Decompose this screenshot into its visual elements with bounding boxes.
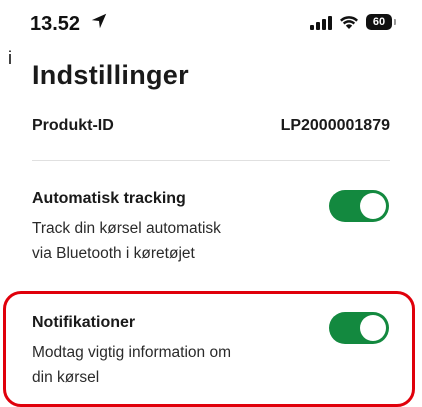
- status-bar: 13.52 60: [0, 0, 422, 50]
- wifi-icon: [340, 16, 358, 29]
- automatic-tracking-toggle[interactable]: [329, 190, 389, 222]
- setting-description-line: via Bluetooth i køretøjet: [32, 245, 195, 262]
- setting-title: Automatisk tracking: [32, 190, 186, 207]
- setting-description-line: Track din kørsel automatisk: [32, 220, 221, 237]
- toggle-knob: [360, 193, 386, 219]
- battery-level: 60: [372, 16, 386, 28]
- battery-icon: 60: [366, 14, 396, 30]
- edge-text-fragment: i: [8, 48, 12, 68]
- setting-description: Track din kørsel automatisk via Bluetoot…: [32, 216, 272, 266]
- cell-signal-icon: [310, 14, 332, 30]
- status-time: 13.52: [30, 13, 81, 35]
- location-arrow-icon: [91, 13, 107, 29]
- page-title: Indstillinger: [32, 60, 189, 90]
- divider: [32, 160, 390, 161]
- product-id-label: Produkt-ID: [32, 117, 114, 134]
- highlight-annotation: [3, 291, 415, 407]
- status-icons: 60: [310, 14, 396, 30]
- product-id-value: LP2000001879: [280, 117, 390, 134]
